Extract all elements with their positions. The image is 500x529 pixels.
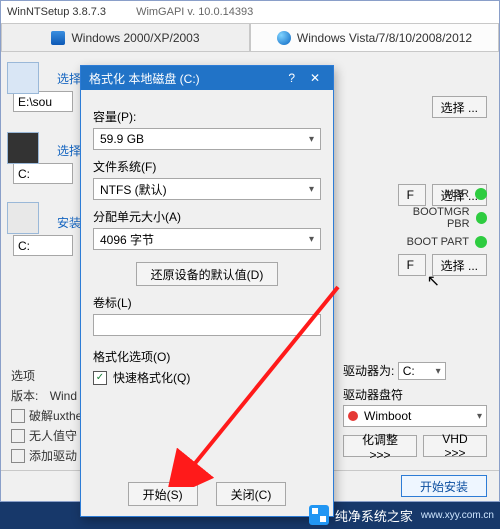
watermark: 纯净系统之家 www.xyy.com.cn: [309, 505, 494, 525]
start-install-button[interactable]: 开始安装: [401, 475, 487, 497]
source-path-input[interactable]: [13, 91, 73, 112]
quick-format-checkbox[interactable]: ✓: [93, 371, 107, 385]
allocation-select[interactable]: 4096 字节 ▾: [93, 228, 321, 250]
adjust-button[interactable]: 化调整 >>>: [343, 435, 417, 457]
watermark-logo-icon: [309, 505, 329, 525]
options-label: 选项: [11, 367, 35, 384]
installdrive-browse-button[interactable]: 选择 ...: [432, 254, 487, 276]
capacity-value: 59.9 GB: [100, 132, 144, 146]
wimboot-label: Wimboot: [364, 409, 411, 423]
chevron-down-icon: ▾: [477, 411, 482, 422]
adddrv-checkbox[interactable]: [11, 449, 25, 463]
format-options-label: 格式化选项(O): [93, 348, 321, 365]
disk-as-label: 驱动器盘符: [343, 386, 487, 403]
titlebar: WinNTSetup 3.8.7.3 WimGAPI v. 10.0.14393: [1, 1, 499, 23]
tab-legacy[interactable]: Windows 2000/XP/2003: [1, 23, 250, 51]
status-bootpart-label: BOOT PART: [407, 236, 469, 248]
bootdrive-input[interactable]: [13, 163, 73, 184]
installdrive-f-button[interactable]: F: [398, 254, 426, 276]
window-title: WinNTSetup 3.8.7.3: [7, 6, 106, 18]
allocation-label: 分配单元大小(A): [93, 208, 321, 225]
drive-as-label: 驱动器为:: [343, 364, 394, 378]
restore-defaults-button[interactable]: 还原设备的默认值(D): [136, 262, 279, 286]
vhd-button[interactable]: VHD >>>: [423, 435, 487, 457]
unattend-label: 无人值守: [29, 427, 77, 444]
filesystem-value: NTFS (默认): [100, 181, 167, 198]
volume-label-label: 卷标(L): [93, 294, 321, 311]
drive-as-select[interactable]: C:▾: [398, 362, 446, 380]
filesystem-select[interactable]: NTFS (默认) ▾: [93, 178, 321, 200]
status-bootpart-dot: [475, 236, 487, 248]
wimboot-select[interactable]: Wimboot ▾: [343, 405, 487, 427]
watermark-text: 纯净系统之家: [335, 506, 413, 525]
status-panel: MBR BOOTMGR PBR BOOT PART: [391, 182, 487, 254]
tab-legacy-label: Windows 2000/XP/2003: [71, 31, 199, 45]
filesystem-label: 文件系统(F): [93, 158, 321, 175]
format-dialog: 格式化 本地磁盘 (C:) ? ✕ 容量(P): 59.9 GB ▾ 文件系统(…: [80, 65, 334, 517]
right-settings: 驱动器为: C:▾ 驱动器盘符 Wimboot ▾ 化调整 >>> VHD >>…: [343, 362, 487, 457]
help-icon[interactable]: ?: [282, 71, 302, 85]
version-value: Wind: [50, 389, 77, 403]
chevron-down-icon: ▾: [309, 184, 314, 195]
tab-modern[interactable]: Windows Vista/7/8/10/2008/2012: [250, 23, 499, 51]
install-icon: [7, 202, 39, 234]
wimboot-dot-icon: [348, 411, 358, 421]
status-bootmgr-label: BOOTMGR PBR: [391, 206, 470, 230]
chevron-down-icon: ▾: [436, 366, 441, 377]
allocation-value: 4096 字节: [100, 231, 154, 248]
source-icon: [7, 62, 39, 94]
crack-checkbox[interactable]: [11, 409, 25, 423]
windows-orb-icon: [277, 31, 291, 45]
status-bootmgr-dot: [476, 212, 487, 224]
format-dialog-title: 格式化 本地磁盘 (C:): [89, 70, 200, 87]
windows-flag-icon: [51, 31, 65, 45]
tab-modern-label: Windows Vista/7/8/10/2008/2012: [297, 31, 472, 45]
source-browse-button[interactable]: 选择 ...: [432, 96, 487, 118]
format-dialog-titlebar[interactable]: 格式化 本地磁盘 (C:) ? ✕: [81, 66, 333, 90]
unattend-checkbox[interactable]: [11, 429, 25, 443]
version-label: 版本:: [11, 387, 38, 404]
status-mbr-label: MBR: [445, 188, 469, 200]
format-close-button[interactable]: 关闭(C): [216, 482, 287, 506]
quick-format-label: 快速格式化(Q): [113, 369, 190, 386]
format-start-button[interactable]: 开始(S): [128, 482, 198, 506]
chevron-down-icon: ▾: [309, 134, 314, 145]
options-panel: 选项 版本: Wind 破解uxthe 无人值守 添加驱动: [11, 364, 82, 467]
capacity-select[interactable]: 59.9 GB ▾: [93, 128, 321, 150]
status-mbr-dot: [475, 188, 487, 200]
crack-label: 破解uxthe: [29, 407, 82, 424]
close-icon[interactable]: ✕: [305, 71, 325, 85]
watermark-url: www.xyy.com.cn: [421, 510, 494, 521]
boot-icon: [7, 132, 39, 164]
capacity-label: 容量(P):: [93, 108, 321, 125]
tab-bar: Windows 2000/XP/2003 Windows Vista/7/8/1…: [1, 23, 499, 52]
installdrive-input[interactable]: [13, 235, 73, 256]
volume-label-input[interactable]: [93, 314, 321, 336]
adddrv-label: 添加驱动: [29, 447, 77, 464]
window-subtitle: WimGAPI v. 10.0.14393: [136, 6, 253, 18]
chevron-down-icon: ▾: [309, 234, 314, 245]
